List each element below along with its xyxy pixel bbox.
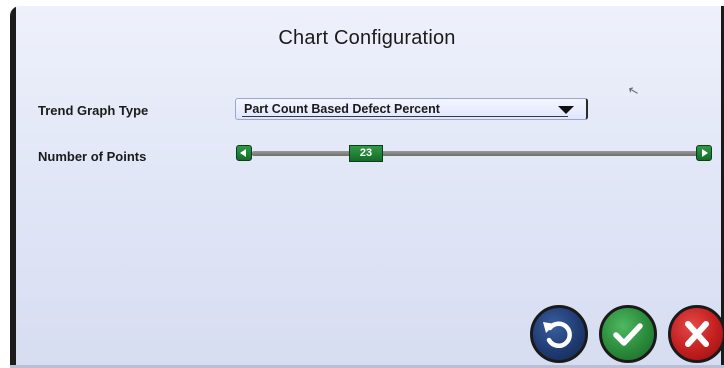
mouse-cursor-icon: ↖ bbox=[626, 81, 641, 100]
dropdown-underline bbox=[242, 116, 568, 117]
dialog-title: Chart Configuration bbox=[278, 27, 456, 49]
cancel-button[interactable] bbox=[668, 305, 724, 363]
chevron-left-icon bbox=[240, 149, 246, 157]
trend-graph-type-dropdown[interactable]: Part Count Based Defect Percent bbox=[235, 98, 588, 120]
check-icon bbox=[613, 323, 643, 346]
trend-graph-type-selected-value: Part Count Based Defect Percent bbox=[244, 102, 440, 116]
dialog-left-border bbox=[10, 6, 16, 368]
x-icon bbox=[685, 321, 709, 347]
number-of-points-label: Number of Points bbox=[38, 149, 147, 164]
slider-decrement-button[interactable] bbox=[236, 145, 252, 161]
number-of-points-slider-track[interactable] bbox=[252, 151, 699, 156]
confirm-button[interactable] bbox=[599, 305, 657, 363]
chart-configuration-dialog: Chart Configuration Trend Graph Type Par… bbox=[10, 6, 724, 368]
number-of-points-slider-thumb[interactable]: 23 bbox=[349, 145, 383, 162]
slider-increment-button[interactable] bbox=[696, 145, 712, 161]
chevron-right-icon bbox=[702, 149, 708, 157]
trend-graph-type-label: Trend Graph Type bbox=[38, 103, 149, 118]
undo-icon bbox=[543, 321, 572, 348]
reset-button[interactable] bbox=[530, 305, 588, 363]
dropdown-arrow-icon bbox=[558, 106, 574, 114]
